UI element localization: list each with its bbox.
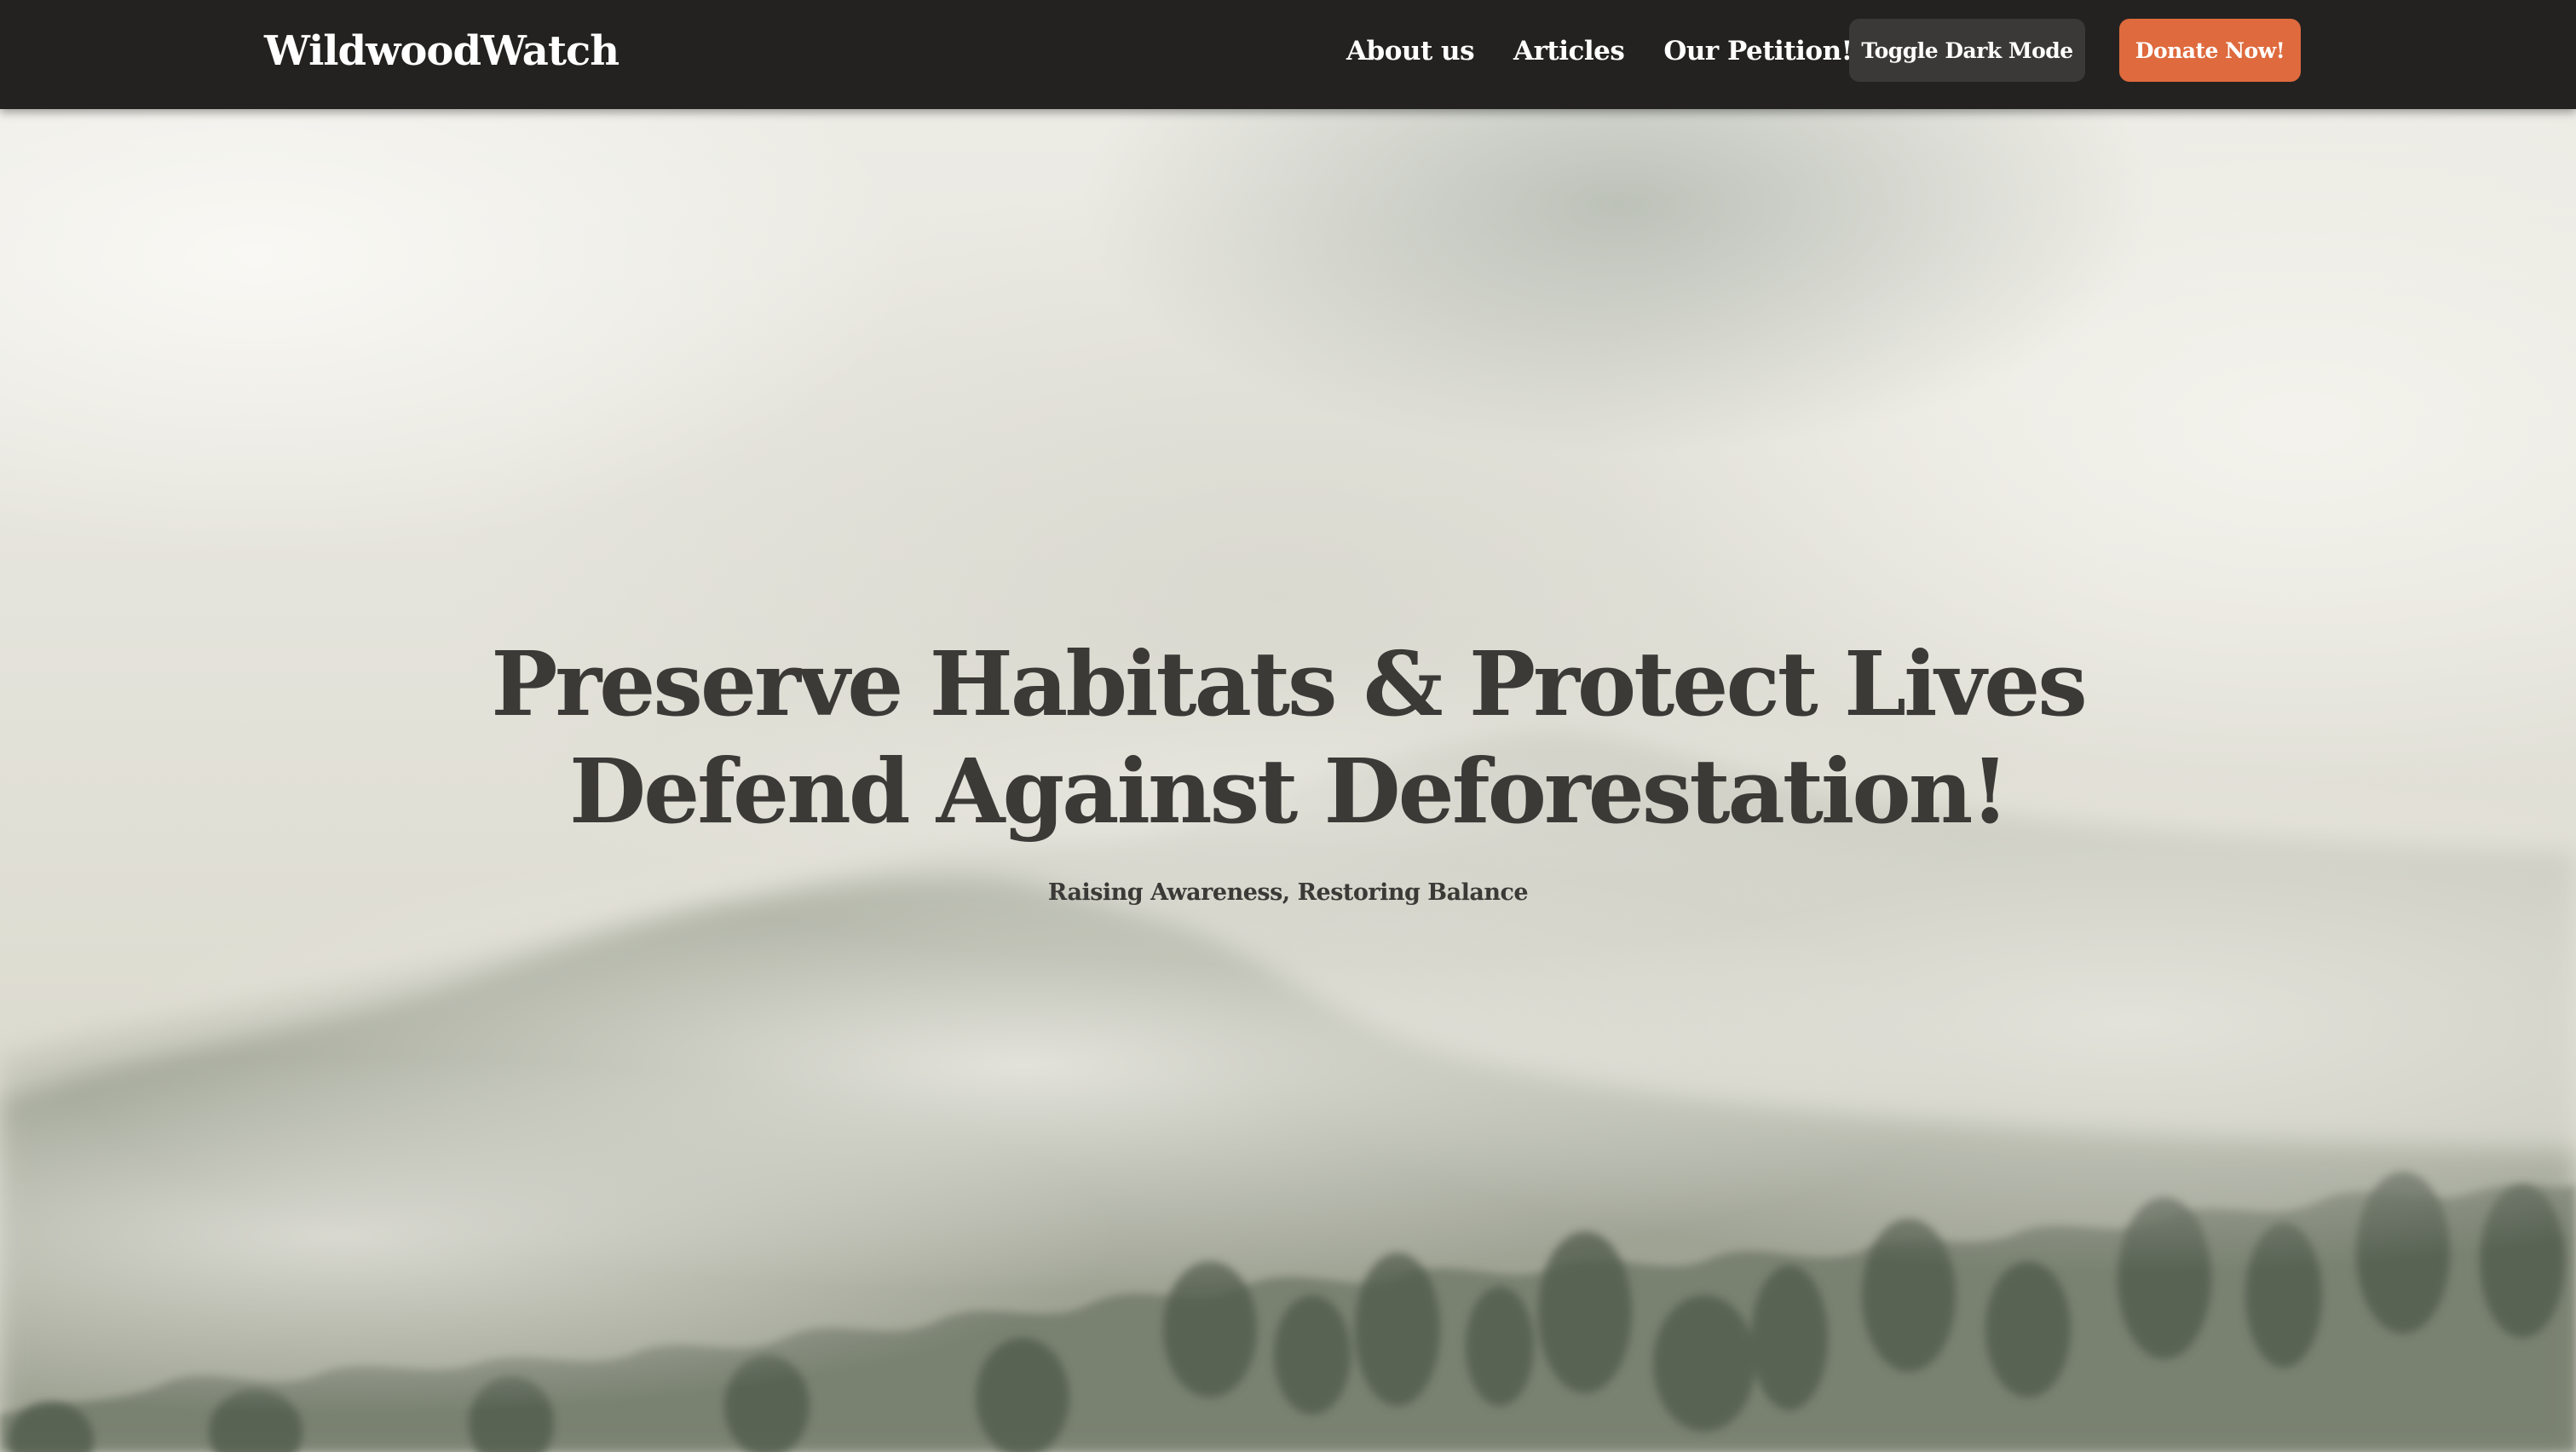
toggle-dark-mode-button[interactable]: Toggle Dark Mode <box>1849 19 2085 82</box>
nav-link-about-us[interactable]: About us <box>1346 36 1475 66</box>
top-navbar: WildwoodWatch About us Articles Our Peti… <box>0 0 2576 109</box>
hero-section: Preserve Habitats & Protect Lives Defend… <box>256 631 2320 906</box>
nav-links: About us Articles Our Petition! <box>1346 0 1853 102</box>
page: WildwoodWatch About us Articles Our Peti… <box>0 0 2576 1452</box>
hero-subtitle: Raising Awareness, Restoring Balance <box>1047 879 1529 906</box>
donate-now-button[interactable]: Donate Now! <box>2119 19 2301 82</box>
brand-logo[interactable]: WildwoodWatch <box>264 0 620 102</box>
hero-title: Preserve Habitats & Protect Lives Defend… <box>491 631 2088 844</box>
nav-link-our-petition[interactable]: Our Petition! <box>1663 36 1853 66</box>
nav-link-articles[interactable]: Articles <box>1513 36 1625 66</box>
